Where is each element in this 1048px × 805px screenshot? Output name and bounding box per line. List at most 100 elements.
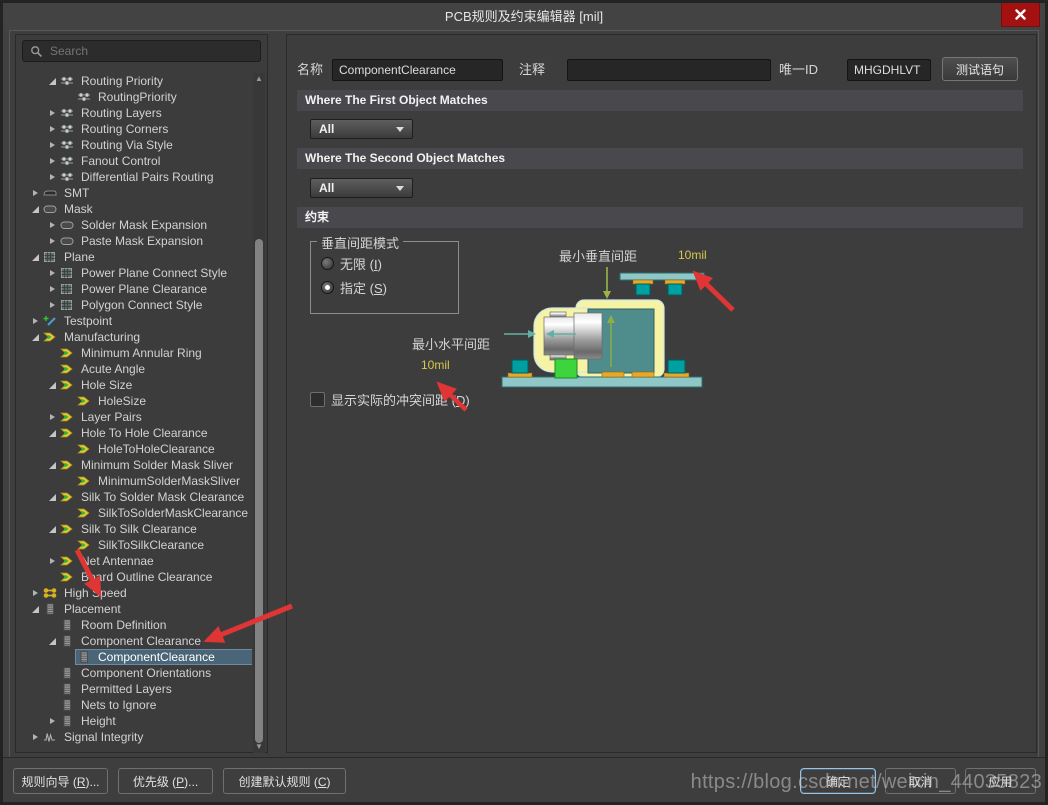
radio-specified-icon[interactable]	[321, 280, 334, 294]
tree-item-testpoint[interactable]: Testpoint	[18, 313, 252, 329]
apply-button[interactable]: 应用	[965, 768, 1036, 794]
create-default-rules-button[interactable]: 创建默认规则 (C)	[223, 768, 346, 794]
tree-item-component-orientations[interactable]: Component Orientations	[18, 665, 252, 681]
expand-arrow-icon[interactable]	[45, 410, 59, 424]
scrollbar-thumb[interactable]	[255, 239, 263, 743]
tree-item-minimumsoldermasksliver[interactable]: MinimumSolderMaskSliver	[18, 473, 252, 489]
tree-item-layer-pairs[interactable]: Layer Pairs	[18, 409, 252, 425]
expand-arrow-icon[interactable]	[45, 138, 59, 152]
tree-item-componentclearance[interactable]: ComponentClearance	[18, 649, 252, 665]
radio-unlimited[interactable]: 无限 (I)	[321, 255, 382, 272]
tree-item-smt[interactable]: SMT	[18, 185, 252, 201]
name-input[interactable]	[332, 59, 503, 81]
search-input[interactable]	[48, 43, 260, 59]
unique-id-input[interactable]	[847, 59, 931, 81]
tree-item-differential-pairs-routing[interactable]: Differential Pairs Routing	[18, 169, 252, 185]
tree-item-routing-corners[interactable]: Routing Corners	[18, 121, 252, 137]
expand-arrow-icon[interactable]	[45, 218, 59, 232]
collapse-arrow-icon[interactable]	[45, 378, 59, 392]
manufacturing-icon	[76, 475, 92, 488]
expand-arrow-icon[interactable]	[45, 298, 59, 312]
tree-item-routing-priority[interactable]: Routing Priority	[18, 73, 252, 89]
rule-wizard-button[interactable]: 规则向导 (R)...	[13, 768, 108, 794]
scrollbar-up-icon[interactable]: ▲	[253, 73, 265, 85]
radio-specified[interactable]: 指定 (S)	[321, 279, 387, 296]
arrow-spacer	[45, 362, 59, 376]
radio-unlimited-icon[interactable]	[321, 256, 334, 270]
tree-item-acute-angle[interactable]: Acute Angle	[18, 361, 252, 377]
tree-item-power-plane-connect-style[interactable]: Power Plane Connect Style	[18, 265, 252, 281]
collapse-arrow-icon[interactable]	[45, 458, 59, 472]
collapse-arrow-icon[interactable]	[28, 602, 42, 616]
collapse-arrow-icon[interactable]	[45, 522, 59, 536]
expand-arrow-icon[interactable]	[45, 266, 59, 280]
show-actual-clearance-row[interactable]: 显示实际的冲突间距 (D)	[310, 390, 470, 409]
tree-item-plane[interactable]: Plane	[18, 249, 252, 265]
tree-item-label: Component Clearance	[81, 634, 202, 648]
expand-arrow-icon[interactable]	[45, 282, 59, 296]
tree-item-manufacturing[interactable]: Manufacturing	[18, 329, 252, 345]
mask-icon	[59, 235, 75, 248]
tree-item-holesize[interactable]: HoleSize	[18, 393, 252, 409]
tree-item-label: Minimum Solder Mask Sliver	[81, 458, 234, 472]
vertical-clearance-mode-group: 垂直间距模式 无限 (I) 指定 (S)	[310, 233, 459, 314]
tree-item-permitted-layers[interactable]: Permitted Layers	[18, 681, 252, 697]
tree-item-holetoholeclearance[interactable]: HoleToHoleClearance	[18, 441, 252, 457]
comment-input[interactable]	[567, 59, 771, 81]
collapse-arrow-icon[interactable]	[45, 634, 59, 648]
expand-arrow-icon[interactable]	[28, 314, 42, 328]
first-object-dropdown[interactable]: All	[310, 119, 413, 139]
tree-item-solder-mask-expansion[interactable]: Solder Mask Expansion	[18, 217, 252, 233]
tree-item-board-outline-clearance[interactable]: Board Outline Clearance	[18, 569, 252, 585]
tree-item-height[interactable]: Height	[18, 713, 252, 729]
tree-item-net-antennae[interactable]: Net Antennae	[18, 553, 252, 569]
expand-arrow-icon[interactable]	[45, 714, 59, 728]
tree-item-silktosilkclearance[interactable]: SilkToSilkClearance	[18, 537, 252, 553]
collapse-arrow-icon[interactable]	[28, 330, 42, 344]
tree-item-silk-to-silk-clearance[interactable]: Silk To Silk Clearance	[18, 521, 252, 537]
show-actual-clearance-checkbox[interactable]	[310, 392, 325, 407]
expand-arrow-icon[interactable]	[45, 106, 59, 120]
tree-item-power-plane-clearance[interactable]: Power Plane Clearance	[18, 281, 252, 297]
test-queries-button[interactable]: 测试语句	[942, 57, 1018, 81]
expand-arrow-icon[interactable]	[28, 586, 42, 600]
scrollbar-down-icon[interactable]: ▼	[253, 741, 265, 753]
tree-item-signal-integrity[interactable]: Signal Integrity	[18, 729, 252, 745]
tree-item-routing-layers[interactable]: Routing Layers	[18, 105, 252, 121]
tree-item-hole-size[interactable]: Hole Size	[18, 377, 252, 393]
tree-item-routingpriority[interactable]: RoutingPriority	[18, 89, 252, 105]
tree-item-silktosoldermaskclearance[interactable]: SilkToSolderMaskClearance	[18, 505, 252, 521]
tree-item-hole-to-hole-clearance[interactable]: Hole To Hole Clearance	[18, 425, 252, 441]
collapse-arrow-icon[interactable]	[45, 490, 59, 504]
tree-scrollbar[interactable]: ▲ ▼	[253, 73, 265, 753]
expand-arrow-icon[interactable]	[45, 154, 59, 168]
tree-item-minimum-annular-ring[interactable]: Minimum Annular Ring	[18, 345, 252, 361]
ok-button[interactable]: 确定	[800, 768, 876, 794]
tree-item-high-speed[interactable]: High Speed	[18, 585, 252, 601]
expand-arrow-icon[interactable]	[28, 186, 42, 200]
collapse-arrow-icon[interactable]	[45, 74, 59, 88]
tree-item-nets-to-ignore[interactable]: Nets to Ignore	[18, 697, 252, 713]
second-object-dropdown[interactable]: All	[310, 178, 413, 198]
tree-item-minimum-solder-mask-sliver[interactable]: Minimum Solder Mask Sliver	[18, 457, 252, 473]
tree-item-fanout-control[interactable]: Fanout Control	[18, 153, 252, 169]
close-button[interactable]	[1001, 3, 1040, 27]
tree-item-component-clearance[interactable]: Component Clearance	[18, 633, 252, 649]
tree-item-placement[interactable]: Placement	[18, 601, 252, 617]
tree-item-paste-mask-expansion[interactable]: Paste Mask Expansion	[18, 233, 252, 249]
collapse-arrow-icon[interactable]	[28, 202, 42, 216]
cancel-button[interactable]: 取消	[885, 768, 956, 794]
collapse-arrow-icon[interactable]	[45, 426, 59, 440]
priorities-button[interactable]: 优先级 (P)...	[118, 768, 213, 794]
tree-item-room-definition[interactable]: Room Definition	[18, 617, 252, 633]
expand-arrow-icon[interactable]	[45, 122, 59, 136]
expand-arrow-icon[interactable]	[45, 234, 59, 248]
expand-arrow-icon[interactable]	[45, 170, 59, 184]
expand-arrow-icon[interactable]	[28, 730, 42, 744]
expand-arrow-icon[interactable]	[45, 554, 59, 568]
tree-item-polygon-connect-style[interactable]: Polygon Connect Style	[18, 297, 252, 313]
tree-item-silk-to-solder-mask-clearance[interactable]: Silk To Solder Mask Clearance	[18, 489, 252, 505]
tree-item-mask[interactable]: Mask	[18, 201, 252, 217]
tree-item-routing-via-style[interactable]: Routing Via Style	[18, 137, 252, 153]
collapse-arrow-icon[interactable]	[28, 250, 42, 264]
